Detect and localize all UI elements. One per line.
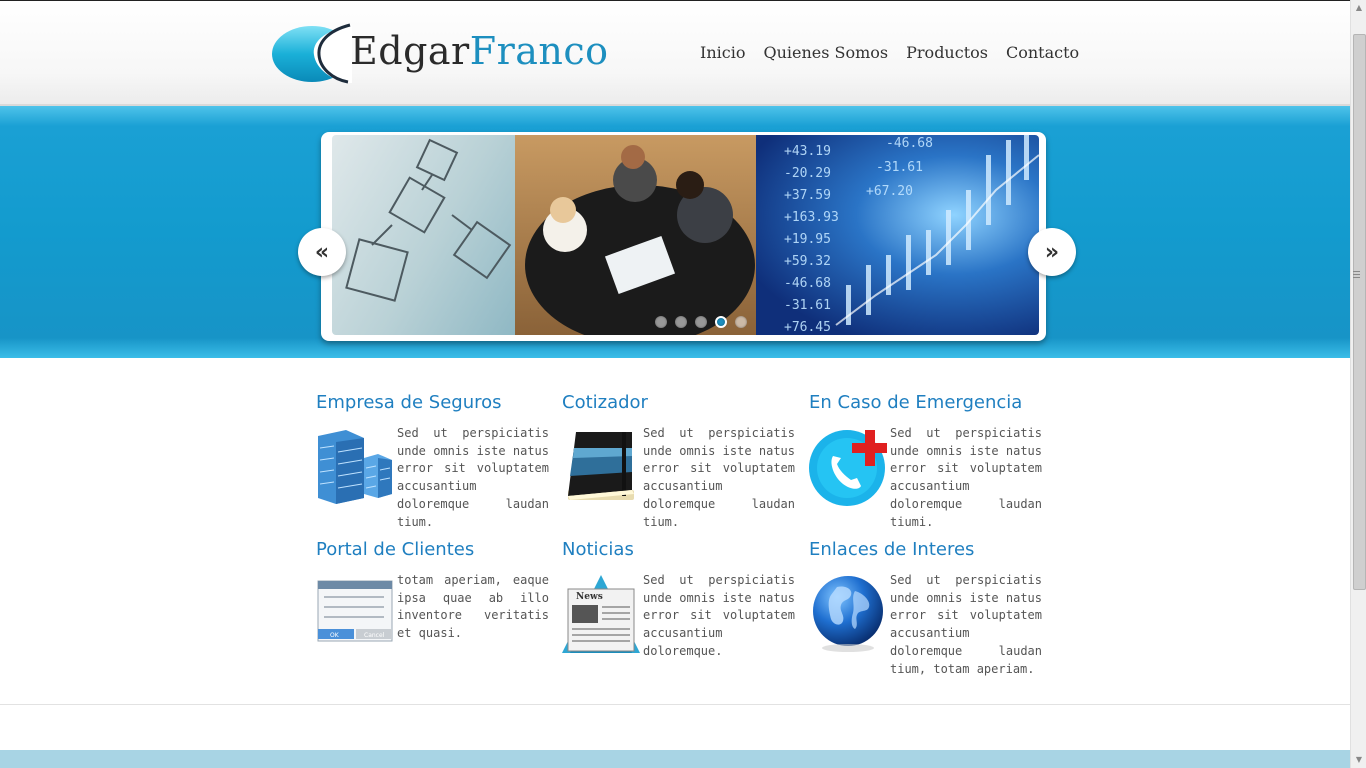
emergency-phone-icon [809, 430, 887, 506]
feature-enlaces-de-interes: Enlaces de Interes Sed ut perspiciatis u… [809, 539, 1043, 676]
slider-image[interactable]: +43.19 -20.29 +37.59 +163.93 +19.95 +59.32 -… [332, 135, 1039, 335]
slider-dot-2[interactable] [675, 316, 687, 328]
svg-text:+43.19: +43.19 [784, 144, 831, 159]
news-label: News [576, 592, 603, 602]
svg-text:+76.45: +76.45 [784, 320, 831, 335]
prev-arrow-icon: « [314, 239, 330, 265]
nav-contacto[interactable]: Contacto [1006, 43, 1079, 62]
next-arrow-icon: » [1044, 239, 1060, 265]
svg-text:-46.68: -46.68 [784, 276, 831, 291]
scroll-thumb[interactable] [1353, 34, 1366, 590]
feature-en-caso-de-emergencia: En Caso de Emergencia Sed ut perspiciati… [809, 392, 1043, 529]
logo-text: EdgarFranco [350, 29, 609, 73]
nav-productos[interactable]: Productos [906, 43, 988, 62]
svg-text:+163.93: +163.93 [784, 210, 839, 225]
business-meeting-image [515, 135, 756, 335]
slider-prev-button[interactable]: « [298, 228, 346, 276]
form-cancel-label: Cancel [364, 632, 385, 639]
svg-text:+19.95: +19.95 [784, 232, 831, 247]
feature-text: Sed ut perspiciatis unde omnis iste natu… [643, 573, 795, 658]
svg-text:+59.32: +59.32 [784, 254, 831, 269]
svg-text:-20.29: -20.29 [784, 166, 831, 181]
feature-title[interactable]: Portal de Clientes [316, 539, 550, 560]
feature-portal-de-clientes: Portal de Clientes OK Cancel totam aperi… [316, 539, 550, 642]
scroll-grip-icon [1353, 271, 1360, 280]
feature-title[interactable]: Enlaces de Interes [809, 539, 1043, 560]
svg-text:-31.61: -31.61 [784, 298, 831, 313]
form-ok-label: OK [330, 632, 340, 639]
flowchart-image [332, 135, 515, 335]
feature-title[interactable]: Empresa de Seguros [316, 392, 550, 413]
site-header: EdgarFranco Inicio Quienes Somos Product… [0, 1, 1350, 106]
slider-dot-4[interactable] [715, 316, 727, 328]
feature-title[interactable]: Noticias [562, 539, 796, 560]
slider-next-button[interactable]: » [1028, 228, 1076, 276]
feature-empresa-de-seguros: Empresa de Seguros Sed ut perspiciatis u… [316, 392, 550, 529]
feature-text: Sed ut perspiciatis unde omnis iste natu… [890, 426, 1042, 529]
notebook-icon [568, 432, 634, 500]
slider-dots [655, 316, 747, 328]
vertical-scrollbar[interactable]: ▲ ▼ [1350, 0, 1366, 768]
building-icon [318, 430, 392, 504]
footer-bar [0, 750, 1350, 768]
nav-quienes-somos[interactable]: Quienes Somos [763, 43, 888, 62]
content-divider [0, 704, 1350, 705]
slider-dot-1[interactable] [655, 316, 667, 328]
feature-noticias: Noticias News Sed ut perspiciatis unde o… [562, 539, 796, 658]
feature-cotizador: Cotizador Sed ut perspiciatis unde omnis… [562, 392, 796, 529]
stock-chart-image: +43.19 -20.29 +37.59 +163.93 +19.95 +59.32 -… [756, 135, 1039, 335]
scroll-up-icon[interactable]: ▲ [1351, 0, 1366, 16]
feature-title[interactable]: En Caso de Emergencia [809, 392, 1043, 413]
logo-text-edgar: Edgar [350, 29, 470, 73]
slider-dot-3[interactable] [695, 316, 707, 328]
svg-text:+67.20: +67.20 [866, 184, 913, 199]
feature-title[interactable]: Cotizador [562, 392, 796, 413]
svg-text:-46.68: -46.68 [886, 136, 933, 151]
nav-inicio[interactable]: Inicio [700, 43, 745, 62]
feature-text: Sed ut perspiciatis unde omnis iste natu… [643, 426, 795, 529]
logo-swoosh-icon [272, 23, 352, 84]
slider-dot-5[interactable] [735, 316, 747, 328]
feature-text: Sed ut perspiciatis unde omnis iste natu… [890, 573, 1042, 676]
feature-text: Sed ut perspiciatis unde omnis iste natu… [397, 426, 549, 529]
logo-text-franco: Franco [469, 29, 609, 73]
scroll-down-icon[interactable]: ▼ [1351, 752, 1366, 768]
svg-text:-31.61: -31.61 [876, 160, 923, 175]
svg-text:+37.59: +37.59 [784, 188, 831, 203]
newspaper-icon: News [562, 575, 640, 653]
login-form-icon: OK Cancel [317, 580, 393, 642]
site-logo[interactable]: EdgarFranco [272, 23, 608, 85]
feature-text: totam aperiam, eaque ipsa quae ab illo i… [397, 573, 549, 641]
globe-icon [813, 576, 883, 652]
main-nav: Inicio Quienes Somos Productos Contacto [700, 43, 1079, 62]
